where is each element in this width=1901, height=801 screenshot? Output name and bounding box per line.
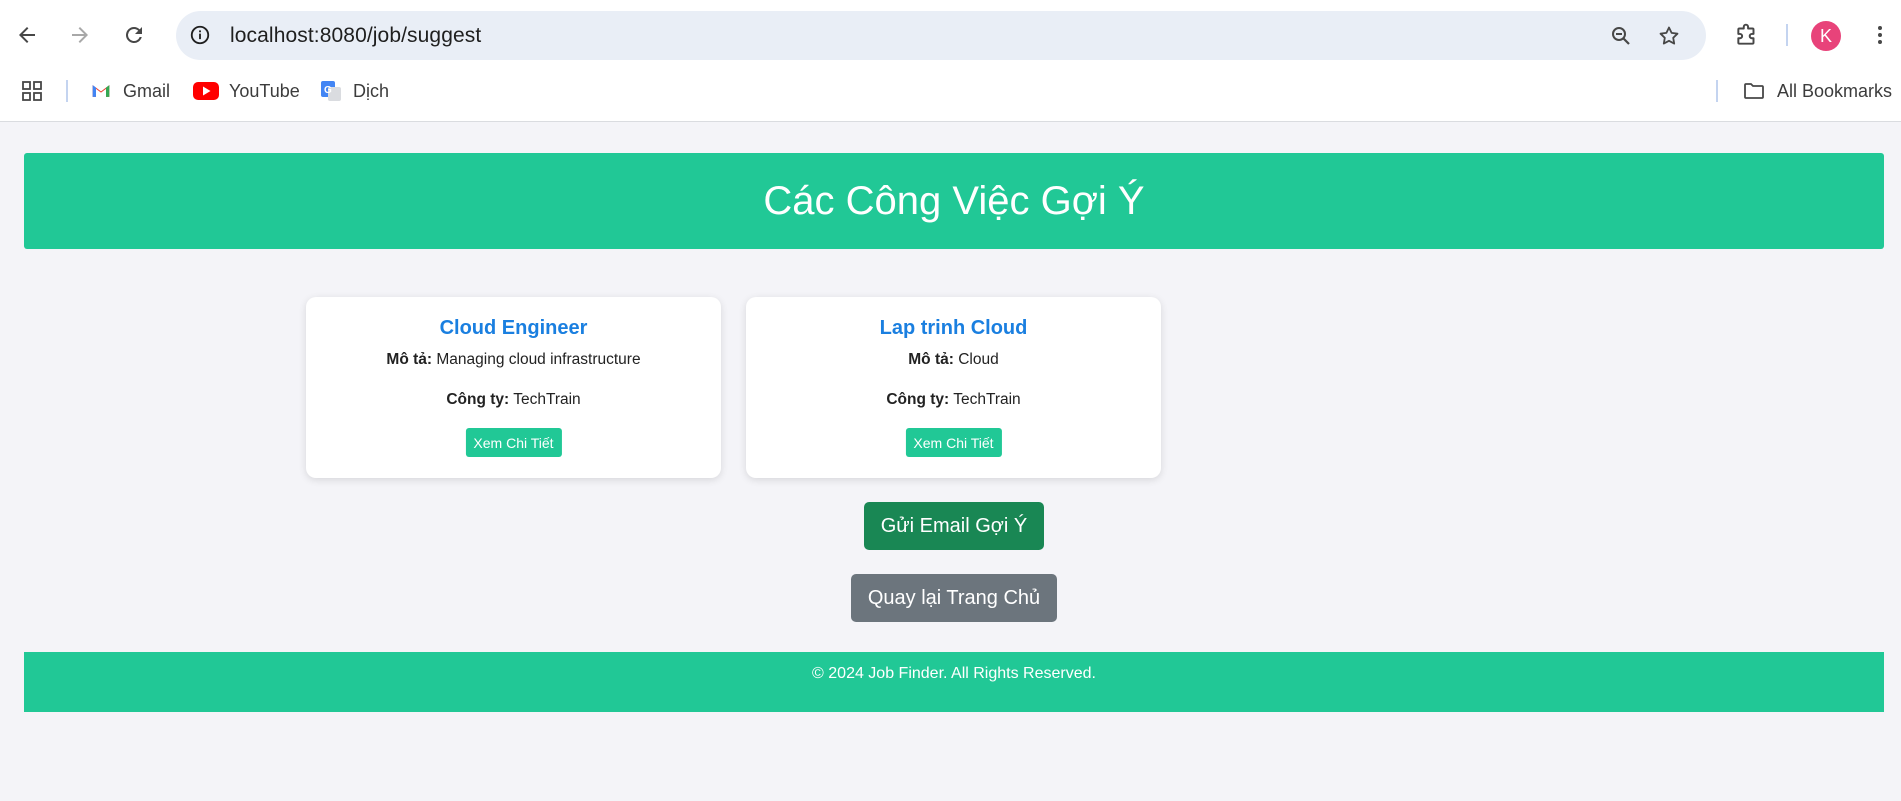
arrow-left-icon bbox=[19, 27, 35, 43]
job-description: Mô tả: Cloud bbox=[746, 351, 1161, 369]
url-path: :8080/job/suggest bbox=[313, 24, 482, 47]
profile-avatar[interactable]: K bbox=[1811, 21, 1841, 51]
company-label: Công ty: bbox=[446, 391, 510, 408]
job-company: Công ty: TechTrain bbox=[306, 391, 721, 409]
reload-icon bbox=[126, 26, 142, 43]
address-bar[interactable]: localhost:8080/job/suggest bbox=[176, 11, 1706, 60]
all-bookmarks-label: All Bookmarks bbox=[1777, 80, 1893, 101]
puzzle-icon bbox=[1737, 23, 1755, 45]
arrow-right-icon bbox=[72, 27, 88, 43]
bookmark-youtube[interactable]: YouTube bbox=[193, 76, 300, 106]
page-footer: © 2024 Job Finder. All Rights Reserved. bbox=[24, 652, 1884, 712]
back-button[interactable] bbox=[9, 17, 45, 53]
google-translate-icon: G bbox=[321, 81, 341, 101]
url-host: localhost bbox=[230, 24, 314, 47]
folder-icon bbox=[1744, 83, 1764, 99]
description-value: Managing cloud infrastructure bbox=[432, 351, 641, 368]
extensions-button[interactable] bbox=[1729, 17, 1765, 53]
job-title: Cloud Engineer bbox=[439, 317, 588, 339]
all-bookmarks-button[interactable]: All Bookmarks bbox=[1741, 76, 1892, 106]
bookmark-gmail[interactable]: Gmail bbox=[89, 76, 170, 106]
site-info-icon[interactable] bbox=[188, 23, 212, 47]
browser-menu-button[interactable] bbox=[1862, 17, 1898, 53]
bookmark-translate[interactable]: G Dịch bbox=[319, 76, 389, 106]
bookmark-label: YouTube bbox=[229, 80, 300, 101]
job-company: Công ty: TechTrain bbox=[746, 391, 1161, 409]
zoom-icon[interactable] bbox=[1608, 23, 1634, 49]
view-detail-button[interactable]: Xem Chi Tiết bbox=[465, 428, 562, 457]
job-description: Mô tả: Managing cloud infrastructure bbox=[306, 351, 721, 369]
description-value: Cloud bbox=[953, 351, 999, 368]
toolbar-divider bbox=[1786, 24, 1788, 46]
view-detail-button[interactable]: Xem Chi Tiết bbox=[905, 428, 1002, 457]
apps-button[interactable] bbox=[20, 76, 44, 106]
forward-button[interactable] bbox=[62, 17, 98, 53]
kebab-menu-icon bbox=[1878, 26, 1882, 44]
company-value: TechTrain bbox=[509, 391, 581, 408]
job-title: Lap trinh Cloud bbox=[879, 317, 1028, 339]
send-email-button[interactable]: Gửi Email Gợi Ý bbox=[864, 502, 1044, 550]
footer-copyright: © 2024 Job Finder. All Rights Reserved. bbox=[812, 665, 1096, 682]
company-value: TechTrain bbox=[949, 391, 1021, 408]
job-card: Cloud Engineer Mô tả: Managing cloud inf… bbox=[306, 297, 721, 478]
description-label: Mô tả: bbox=[908, 351, 954, 368]
job-card: Lap trinh Cloud Mô tả: Cloud Công ty: Te… bbox=[746, 297, 1161, 478]
company-label: Công ty: bbox=[886, 391, 950, 408]
bookmark-label: Gmail bbox=[123, 80, 171, 101]
youtube-icon bbox=[193, 82, 219, 100]
bookmarks-divider bbox=[66, 80, 68, 102]
reload-button[interactable] bbox=[116, 17, 152, 53]
page-header: Các Công Việc Gợi Ý bbox=[24, 153, 1884, 249]
browser-chrome: localhost:8080/job/suggest K Gmail YouTu… bbox=[0, 0, 1901, 122]
gmail-icon bbox=[92, 85, 110, 97]
bookmarks-divider bbox=[1716, 80, 1718, 102]
apps-grid-icon bbox=[22, 81, 42, 101]
svg-text:G: G bbox=[324, 85, 332, 96]
description-label: Mô tả: bbox=[386, 351, 433, 368]
page-title: Các Công Việc Gợi Ý bbox=[763, 178, 1145, 223]
window-top-edge bbox=[0, 0, 1901, 8]
bookmark-label: Dịch bbox=[353, 80, 390, 101]
url-text: localhost:8080/job/suggest bbox=[230, 24, 481, 48]
bookmark-star-icon[interactable] bbox=[1656, 23, 1682, 49]
back-home-button[interactable]: Quay lại Trang Chủ bbox=[851, 574, 1057, 622]
